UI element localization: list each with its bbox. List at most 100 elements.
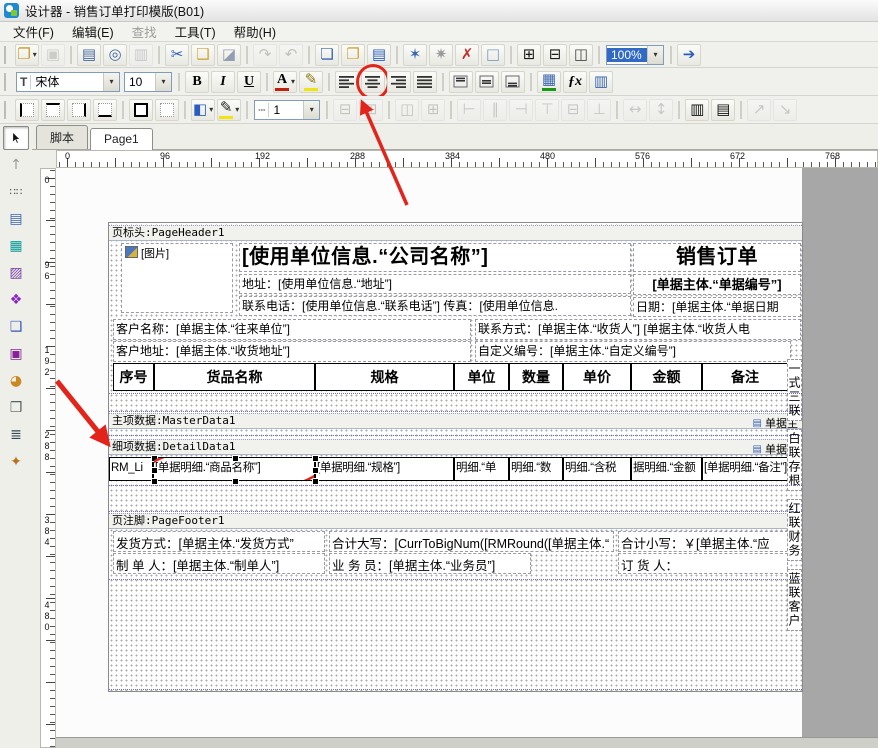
dropdown-arrow-icon[interactable]: ▾ [103, 73, 119, 91]
font-family-select[interactable]: T宋体▾ [16, 72, 120, 92]
table-header-cell-5[interactable]: 单价 [563, 363, 631, 391]
selection-handle[interactable] [232, 478, 239, 485]
selection-handle[interactable] [312, 455, 319, 462]
selection-handle[interactable] [151, 455, 158, 462]
band-detail-data[interactable]: 细项数据:DetailData1▤单据明 [109, 439, 802, 455]
table-header-cell-4[interactable]: 数量 [509, 363, 563, 391]
band-tool[interactable]: ∷∷ [3, 180, 29, 204]
picture-tool[interactable]: ▨ [3, 261, 29, 285]
copy-strip-field-1[interactable]: 白联存根 [787, 429, 802, 491]
detail-cell-6[interactable]: 据明细.“金额 [631, 457, 702, 481]
bring-to-front-button[interactable]: ❏ [315, 44, 339, 66]
exit-button[interactable]: ➔ [677, 44, 701, 66]
select-tool[interactable] [3, 126, 29, 150]
footer-cell-0-1[interactable]: 合计大写：[CurrToBigNum([RMRound([单据主体.“ [329, 531, 614, 552]
show-grid-button[interactable]: ⊞ [517, 44, 541, 66]
footer-cell-1-1[interactable]: 业 务 员：[单据主体.“业务员”] [329, 553, 531, 574]
underline-button[interactable]: U [237, 71, 261, 93]
border-top-button[interactable] [41, 99, 65, 121]
border-all-button[interactable] [129, 99, 153, 121]
detail-cell-2[interactable]: [单据明细.“规格”] [315, 457, 454, 481]
zoom-select[interactable]: 100%▾ [606, 45, 664, 65]
contact-field[interactable]: 联系方式：[单据主体.“收货人”] [单据主体.“收货人电 [475, 319, 801, 340]
chart-tool[interactable]: ◕ [3, 369, 29, 393]
insert-field-button[interactable]: ▦ [537, 71, 561, 93]
table-header-cell-1[interactable]: 货品名称 [154, 363, 315, 391]
selection-handle[interactable] [312, 467, 319, 474]
table-header-cell-3[interactable]: 单位 [454, 363, 509, 391]
detail-cell-5[interactable]: 明细.“含税 [563, 457, 631, 481]
expression-tool[interactable]: ▦ [3, 234, 29, 258]
shape-tool[interactable]: ❖ [3, 288, 29, 312]
phone-fax-field[interactable]: 联系电话：[使用单位信息.“联系电话”] 传真：[使用单位信息. [239, 296, 631, 316]
customer-address-field[interactable]: 客户地址：[单据主体.“收货地址”] [113, 341, 471, 362]
font-size-select[interactable]: 10▾ [124, 72, 172, 92]
picture-field[interactable]: [图片] [121, 243, 233, 313]
line-color-button[interactable]: ✎▾ [217, 99, 241, 121]
highlight-button[interactable]: ✎ [299, 71, 323, 93]
print-preview-button[interactable]: ◎ [103, 44, 127, 66]
border-bottom-button[interactable] [93, 99, 117, 121]
paste-button[interactable]: ◪ [217, 44, 241, 66]
expression-button[interactable]: ƒx [563, 71, 587, 93]
same-width-button[interactable]: ▥ [685, 99, 709, 121]
dropdown-arrow-icon[interactable]: ▾ [155, 73, 171, 91]
dropdown-arrow-icon[interactable]: ▾ [33, 50, 37, 59]
blank-page-button[interactable]: □ [481, 44, 505, 66]
footer-cell-1-2[interactable]: 订 货 人： [618, 553, 788, 574]
border-none-button[interactable] [155, 99, 179, 121]
field-list-button[interactable]: ▥ [589, 71, 613, 93]
detail-grid-tool[interactable]: ≣ [3, 423, 29, 447]
border-right-button[interactable] [67, 99, 91, 121]
memo-tool[interactable]: ❑ [3, 315, 29, 339]
footer-cell-0-2[interactable]: 合计小写：￥[单据主体.“应 [618, 531, 788, 552]
bold-button[interactable]: B [185, 71, 209, 93]
object-list-button[interactable]: ▤ [367, 44, 391, 66]
valign-top-button[interactable] [449, 71, 473, 93]
menu-item-0[interactable]: 文件(F) [4, 20, 63, 43]
snap-to-grid-button[interactable]: ⊟ [543, 44, 567, 66]
selection-handle[interactable] [151, 467, 158, 474]
tab-script[interactable]: 脚本 [36, 125, 88, 149]
split-panes-button[interactable]: ◫ [569, 44, 593, 66]
dropdown-arrow-icon[interactable]: ▾ [647, 46, 663, 64]
border-left-button[interactable] [15, 99, 39, 121]
italic-button[interactable]: I [211, 71, 235, 93]
same-height-button[interactable]: ▤ [711, 99, 735, 121]
dropdown-arrow-icon[interactable]: ▾ [209, 105, 213, 114]
align-left-button[interactable] [335, 71, 359, 93]
date-field[interactable]: 日期：[单据主体.“单据日期 [633, 297, 801, 317]
ole-tool[interactable]: ❒ [3, 396, 29, 420]
line-width-select[interactable]: ┄1▾ [254, 100, 320, 120]
band-page-header[interactable]: 页标头:PageHeader1 [109, 225, 802, 241]
table-header-cell-7[interactable]: 备注 [702, 363, 788, 391]
table-header-cell-0[interactable]: 序号 [113, 363, 154, 391]
table-header-cell-2[interactable]: 规格 [315, 363, 454, 391]
print-button[interactable]: ▤ [77, 44, 101, 66]
label-tool[interactable]: ▤ [3, 207, 29, 231]
tab-page1[interactable]: Page1 [90, 128, 153, 150]
valign-bottom-button[interactable] [501, 71, 525, 93]
dropdown-arrow-icon[interactable]: ▾ [291, 77, 295, 86]
doc-title-field[interactable]: 销售订单 [633, 243, 801, 272]
valign-middle-button[interactable] [475, 71, 499, 93]
send-to-back-button[interactable]: ❐ [341, 44, 365, 66]
band-page-footer[interactable]: 页注脚:PageFooter1 [109, 513, 802, 529]
band-master-data[interactable]: 主项数据:MasterData1▤单据主 [109, 413, 802, 429]
dropdown-arrow-icon[interactable]: ▾ [303, 101, 319, 119]
richtext-tool[interactable]: ▣ [3, 342, 29, 366]
open-button[interactable]: ❐▾ [15, 44, 39, 66]
delete-page-button[interactable]: ✗ [455, 44, 479, 66]
custom-number-field[interactable]: 自定义编号：[单据主体.“自定义编号”] [475, 341, 791, 362]
fill-color-button[interactable]: ◧▾ [191, 99, 215, 121]
address-field[interactable]: 地址：[使用单位信息.“地址”] [239, 274, 631, 294]
company-name-field[interactable]: [使用单位信息.“公司名称”] [239, 243, 631, 272]
doc-number-field[interactable]: [单据主体.“单据编号”] [633, 274, 801, 295]
selection-handle[interactable] [151, 478, 158, 485]
copy-button[interactable]: ❑ [191, 44, 215, 66]
align-justify-button[interactable] [413, 71, 437, 93]
cut-button[interactable]: ✂ [165, 44, 189, 66]
font-color-button[interactable]: A▾ [273, 71, 297, 93]
selection-handle[interactable] [232, 455, 239, 462]
new-report-button[interactable]: ✶ [403, 44, 427, 66]
